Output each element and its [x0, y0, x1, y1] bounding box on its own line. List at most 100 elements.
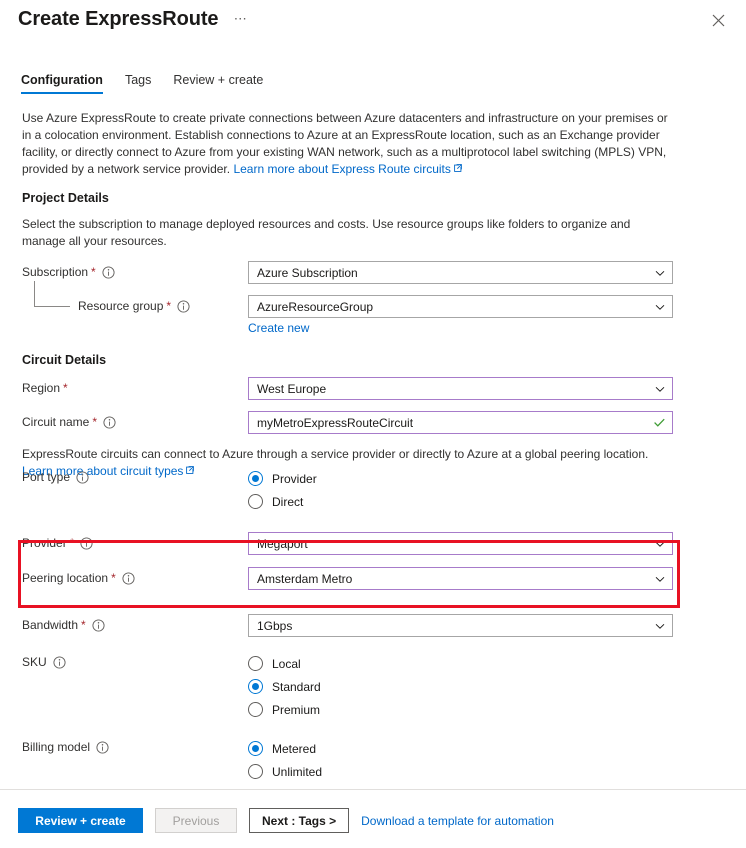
previous-button: Previous	[155, 808, 237, 833]
region-field: West Europe	[248, 377, 673, 400]
port-type-label-group: Port type	[22, 466, 248, 484]
bandwidth-label: Bandwidth	[22, 618, 79, 632]
radio-dot	[248, 764, 263, 779]
radio-billing-metered[interactable]: Metered	[248, 737, 322, 760]
resource-group-required-marker: *	[166, 299, 172, 313]
learn-more-express-route-link[interactable]: Learn more about Express Route circuits	[233, 162, 450, 176]
valid-check-icon	[653, 416, 666, 429]
resource-group-dropdown[interactable]: AzureResourceGroup	[248, 295, 673, 318]
radio-port-type-direct[interactable]: Direct	[248, 490, 317, 513]
subscription-value: Azure Subscription	[257, 265, 358, 280]
chevron-down-icon	[654, 267, 666, 279]
subscription-required-marker: *	[91, 265, 96, 279]
info-icon[interactable]	[177, 299, 190, 313]
info-icon[interactable]	[53, 655, 66, 669]
radio-sku-local[interactable]: Local	[248, 652, 321, 675]
chevron-down-icon	[654, 573, 666, 585]
radio-label: Premium	[272, 702, 321, 717]
footer-separator	[0, 789, 746, 790]
row-bandwidth: Bandwidth * 1Gbps	[22, 614, 728, 637]
sku-label: SKU	[22, 655, 47, 669]
info-icon[interactable]	[80, 536, 93, 550]
info-icon[interactable]	[102, 265, 115, 279]
info-icon[interactable]	[76, 470, 89, 484]
region-required-marker: *	[63, 381, 68, 395]
chevron-down-icon	[654, 620, 666, 632]
tree-connector-line	[34, 281, 70, 307]
row-sku: SKU Local Standard Premium	[22, 651, 728, 721]
intro-paragraph: Use Azure ExpressRoute to create private…	[22, 110, 674, 178]
row-circuit-name: Circuit name * myMetroExpressRouteCircui…	[22, 411, 728, 434]
chevron-down-icon	[654, 538, 666, 550]
provider-required-marker: *	[69, 536, 75, 550]
region-label: Region	[22, 381, 61, 395]
region-dropdown[interactable]: West Europe	[248, 377, 673, 400]
peering-location-required-marker: *	[111, 571, 116, 585]
circuit-name-value: myMetroExpressRouteCircuit	[257, 415, 414, 430]
info-icon[interactable]	[122, 571, 135, 585]
project-details-description: Select the subscription to manage deploy…	[22, 217, 631, 248]
radio-dot	[248, 702, 263, 717]
port-type-radio-group: Provider Direct	[248, 466, 317, 513]
subscription-dropdown[interactable]: Azure Subscription	[248, 261, 673, 284]
resource-group-value: AzureResourceGroup	[257, 299, 374, 314]
radio-billing-unlimited[interactable]: Unlimited	[248, 760, 322, 783]
form-content: Use Azure ExpressRoute to create private…	[0, 110, 746, 783]
row-peering-location: Peering location * Amsterdam Metro	[22, 567, 728, 590]
port-type-label: Port type	[22, 470, 71, 484]
subscription-field: Azure Subscription	[248, 261, 673, 284]
close-icon[interactable]	[704, 6, 732, 34]
resource-group-label: Resource group	[78, 299, 164, 313]
more-options-icon[interactable]: ⋯	[234, 11, 248, 27]
peering-location-value: Amsterdam Metro	[257, 571, 353, 586]
row-resource-group: Resource group * AzureResourceGroup Crea…	[22, 281, 728, 335]
external-link-icon	[454, 164, 462, 172]
circuit-name-field: myMetroExpressRouteCircuit	[248, 411, 673, 434]
create-new-wrapper: Create new	[248, 321, 673, 335]
next-tags-button[interactable]: Next : Tags >	[249, 808, 350, 833]
radio-dot	[248, 679, 263, 694]
row-billing-model: Billing model Metered Unlimited	[22, 736, 728, 783]
peering-location-label-group: Peering location *	[22, 567, 248, 585]
bandwidth-value: 1Gbps	[257, 618, 293, 633]
provider-value: Megaport	[257, 536, 308, 551]
tab-bar: Configuration Tags Review + create	[0, 73, 746, 94]
blade-header: Create ExpressRoute ⋯	[0, 0, 746, 44]
info-icon[interactable]	[103, 415, 116, 429]
page-title: Create ExpressRoute	[18, 8, 219, 30]
radio-label: Provider	[272, 471, 317, 486]
radio-dot	[248, 656, 263, 671]
bandwidth-field: 1Gbps	[248, 614, 673, 637]
region-value: West Europe	[257, 381, 327, 396]
review-create-button[interactable]: Review + create	[18, 808, 143, 833]
info-icon[interactable]	[96, 740, 109, 754]
info-icon[interactable]	[92, 618, 105, 632]
create-new-resource-group-link[interactable]: Create new	[248, 321, 309, 335]
external-link-icon	[186, 466, 195, 474]
section-circuit-details-heading: Circuit Details	[22, 353, 107, 367]
tab-tags[interactable]: Tags	[125, 73, 151, 94]
tab-configuration[interactable]: Configuration	[21, 73, 103, 94]
billing-model-radio-group: Metered Unlimited	[248, 736, 322, 783]
radio-label: Direct	[272, 494, 304, 509]
radio-sku-standard[interactable]: Standard	[248, 675, 321, 698]
chevron-down-icon	[654, 301, 666, 313]
billing-model-label-group: Billing model	[22, 736, 248, 754]
peering-location-label: Peering location	[22, 571, 109, 585]
bandwidth-dropdown[interactable]: 1Gbps	[248, 614, 673, 637]
peering-location-dropdown[interactable]: Amsterdam Metro	[248, 567, 673, 590]
row-region: Region * West Europe	[22, 377, 728, 400]
provider-dropdown[interactable]: Megaport	[248, 532, 673, 555]
provider-field: Megaport	[248, 532, 673, 555]
provider-label-group: Provider *	[22, 532, 248, 550]
radio-dot	[248, 494, 263, 509]
row-provider: Provider * Megaport	[22, 532, 728, 555]
radio-label: Metered	[272, 741, 317, 756]
radio-port-type-provider[interactable]: Provider	[248, 467, 317, 490]
radio-label: Local	[272, 656, 301, 671]
peering-location-field: Amsterdam Metro	[248, 567, 673, 590]
tab-review-create[interactable]: Review + create	[173, 73, 263, 94]
radio-sku-premium[interactable]: Premium	[248, 698, 321, 721]
circuit-name-input[interactable]: myMetroExpressRouteCircuit	[248, 411, 673, 434]
download-template-link[interactable]: Download a template for automation	[361, 814, 554, 828]
